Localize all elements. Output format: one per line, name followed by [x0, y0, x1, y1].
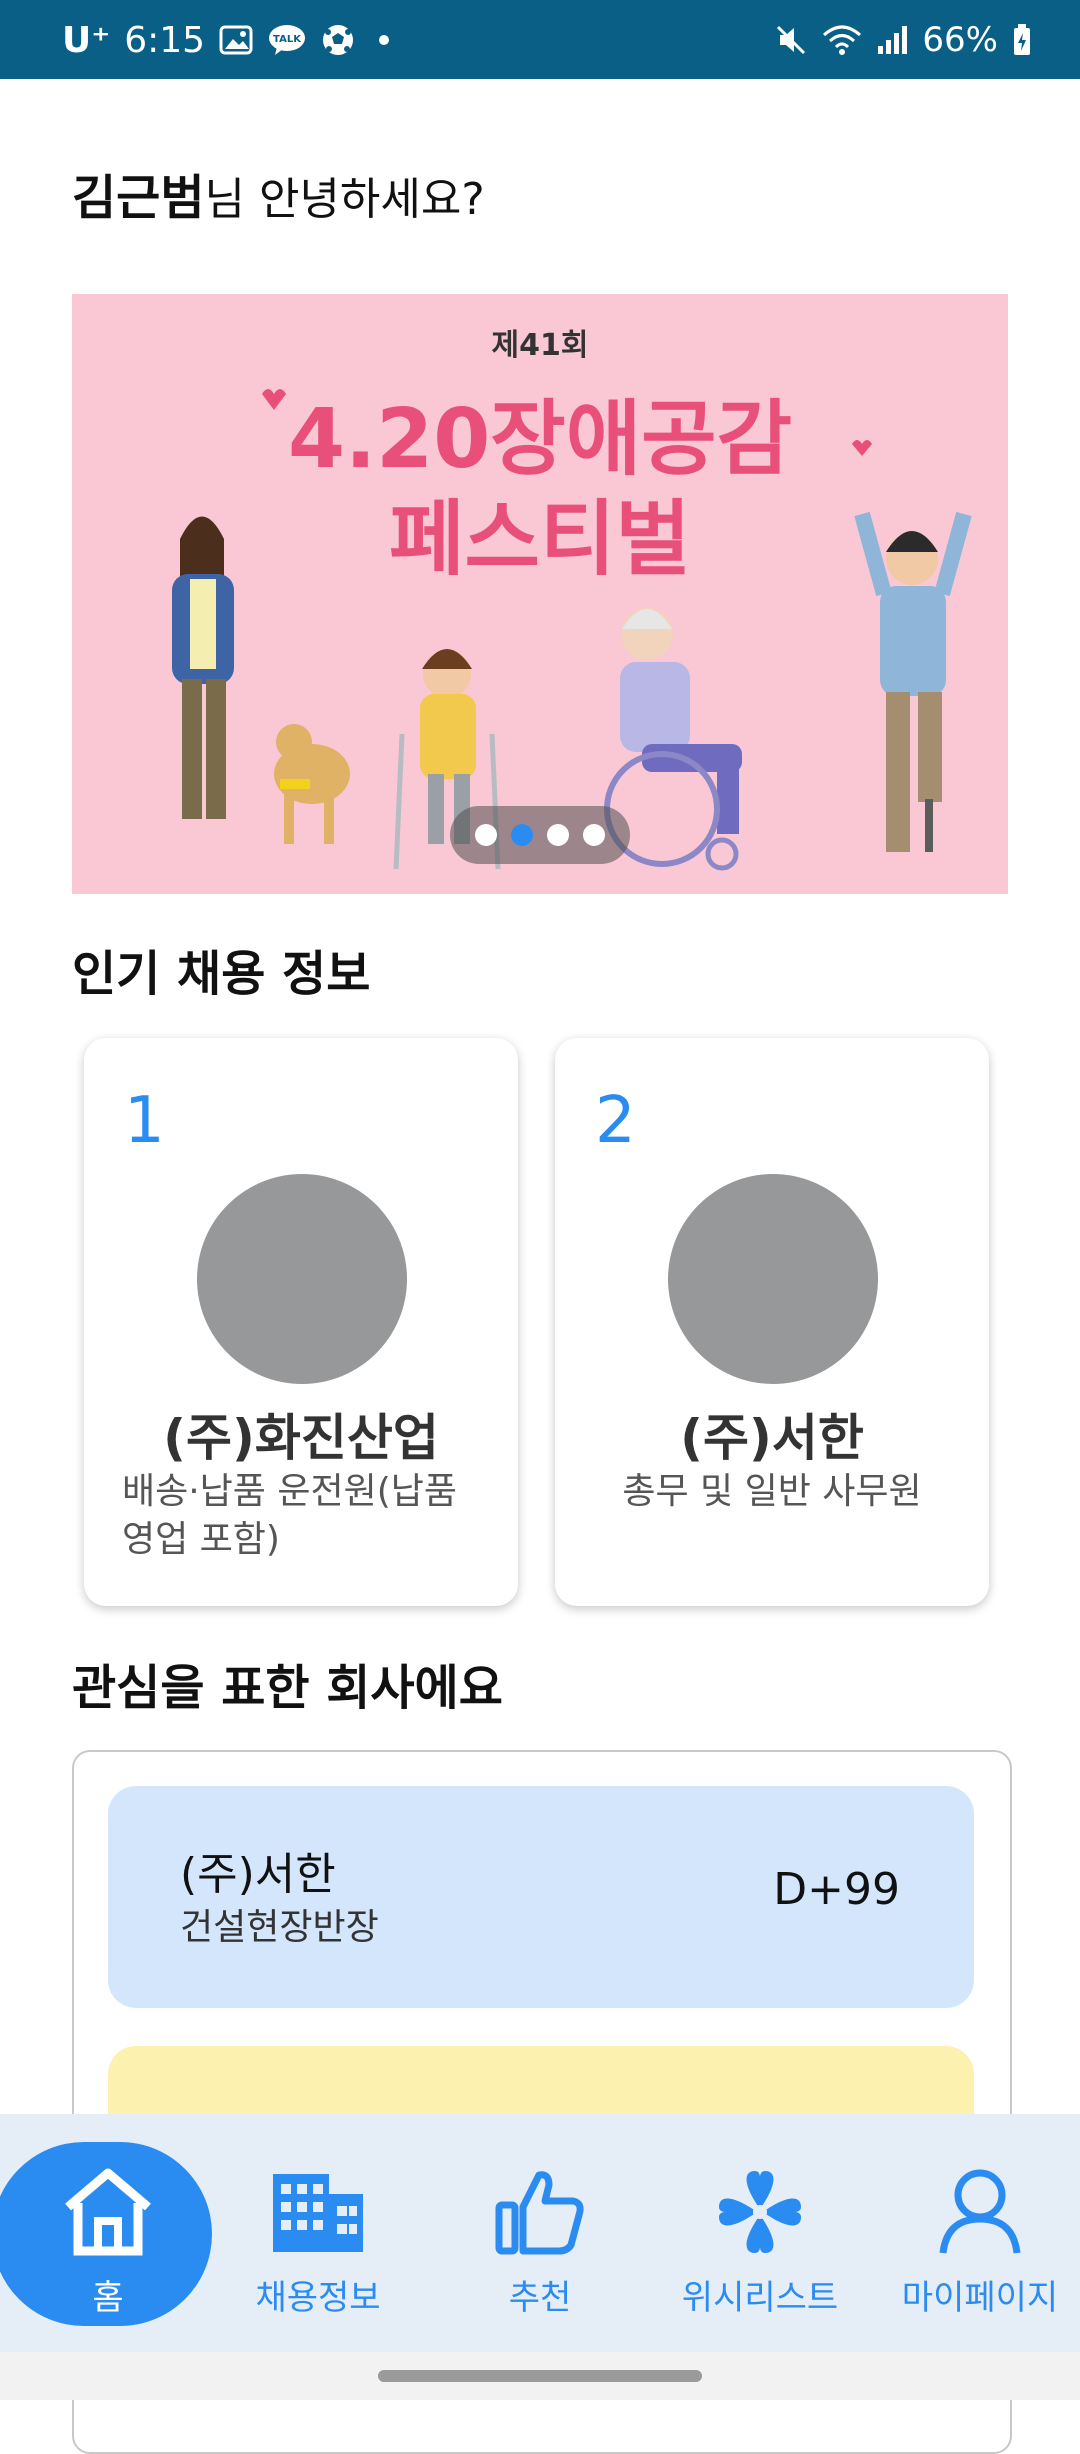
thumbs-up-icon: [495, 2164, 585, 2260]
notification-dot: [379, 35, 390, 45]
person-icon: [937, 2164, 1023, 2260]
nav-label: 채용정보: [255, 2278, 381, 2318]
building-icon: [271, 2164, 365, 2260]
job-rank: 2: [595, 1084, 636, 1158]
job-rank: 1: [124, 1084, 165, 1158]
nav-recommend[interactable]: 추천: [432, 2114, 648, 2352]
job-role: 총무 및 일반 사무원: [622, 1471, 922, 1512]
company-logo: [197, 1174, 407, 1384]
event-banner[interactable]: 제41회 4.20장애공감 페스티벌: [72, 294, 1008, 894]
carousel-dot[interactable]: [475, 824, 497, 846]
nav-label: 위시리스트: [681, 2278, 839, 2318]
gesture-handle[interactable]: [378, 2370, 702, 2382]
bottom-nav: 홈 채용정보 추천 위시리스트 마이페이지: [0, 2114, 1080, 2352]
job-company: (주)서한: [680, 1409, 864, 1467]
battery-percent: 66%: [922, 20, 998, 60]
nav-label: 마이페이지: [901, 2278, 1059, 2318]
carousel-indicator: [450, 806, 630, 864]
gallery-icon: [219, 25, 253, 55]
signal-icon: [876, 24, 908, 56]
interest-title: 관심을 표한 회사에요: [72, 1660, 503, 1716]
banner-title-line2: 페스티벌: [389, 492, 691, 587]
job-card[interactable]: 1 (주)화진산업 배송·납품 운전원(납품영업 포함): [84, 1038, 518, 1606]
soccer-icon: [321, 23, 355, 57]
job-role: 배송·납품 운전원(납품영업 포함): [122, 1471, 458, 1560]
popular-jobs-title: 인기 채용 정보: [72, 946, 371, 1002]
wifi-icon: [822, 23, 862, 57]
home-icon: [60, 2164, 156, 2260]
status-bar: U⁺ 6:15 TALK 66%: [0, 0, 1080, 79]
nav-label: 추천: [508, 2278, 572, 2318]
carousel-dot-active[interactable]: [511, 824, 533, 846]
clock: 6:15: [124, 19, 206, 61]
clover-heart-icon: [713, 2164, 807, 2260]
talk-badge-text: TALK: [273, 34, 302, 45]
battery-icon: [1012, 23, 1032, 57]
nav-home[interactable]: 홈: [0, 2114, 216, 2352]
job-card[interactable]: 2 (주)서한 총무 및 일반 사무원: [555, 1038, 989, 1606]
nav-label: 홈: [92, 2278, 124, 2318]
nav-wishlist[interactable]: 위시리스트: [652, 2114, 868, 2352]
banner-subtitle: 제41회: [491, 328, 589, 363]
nav-mypage[interactable]: 마이페이지: [872, 2114, 1080, 2352]
interest-company: (주)서한: [180, 1849, 336, 1900]
carrier-label: U⁺: [62, 19, 111, 61]
greeting: 김근범님 안녕하세요?: [72, 158, 485, 228]
company-logo: [668, 1174, 878, 1384]
carousel-dot[interactable]: [547, 824, 569, 846]
interest-item[interactable]: (주)서한 건설현장반장 D+99: [108, 1786, 974, 2008]
mute-icon: [774, 23, 808, 57]
greeting-suffix: 님 안녕하세요?: [204, 174, 485, 225]
kakaotalk-icon: TALK: [267, 23, 307, 57]
user-name: 김근범: [72, 170, 205, 226]
interest-dday: D+99: [773, 1864, 900, 1915]
job-company: (주)화진산업: [163, 1409, 439, 1467]
carousel-dot[interactable]: [583, 824, 605, 846]
nav-jobs[interactable]: 채용정보: [210, 2114, 426, 2352]
interest-position: 건설현장반장: [180, 1907, 379, 1948]
